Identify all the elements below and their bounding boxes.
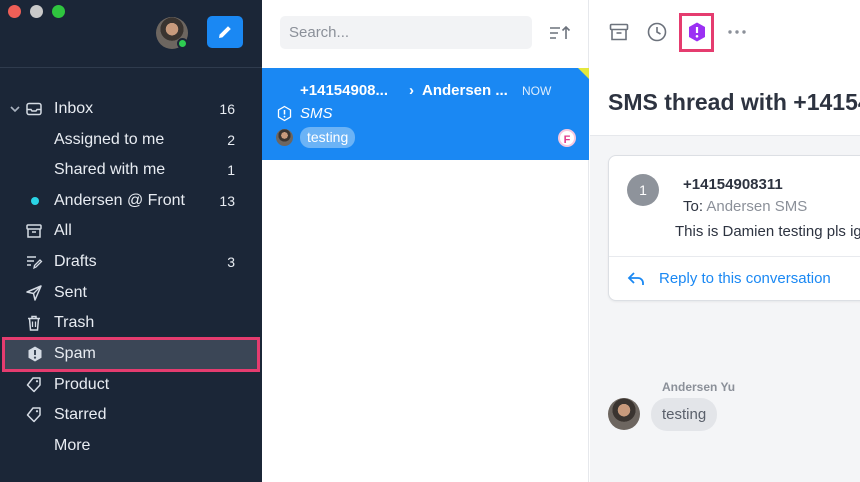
comment-author: Andersen Yu [662,380,736,394]
sidebar-item-label: All [54,222,72,239]
message-card[interactable]: 1 +14154908311 To: Andersen SMS This is … [608,155,860,301]
avatar [276,129,293,146]
pencil-icon [219,26,231,38]
sidebar-item-assigned[interactable]: Assigned to me 2 [0,125,262,155]
sidebar-item-count: 2 [227,132,235,148]
sidebar-item-product[interactable]: Product [0,370,262,400]
search-box[interactable] [280,16,532,49]
send-icon [26,285,42,301]
message-to-label: To: [683,198,704,215]
archive-icon[interactable] [608,21,630,43]
sidebar-item-label: Spam [54,345,96,362]
sidebar-item-drafts[interactable]: Drafts 3 [0,247,262,277]
message-number-avatar: 1 [627,174,659,206]
thread-title: SMS thread with +14154908311 [608,89,860,115]
unread-dot [31,197,39,205]
message-divider [609,256,860,257]
sidebar-item-spam[interactable]: Spam [2,337,260,372]
sidebar-item-sent[interactable]: Sent [0,278,262,308]
sidebar-item-all[interactable]: All [0,216,262,246]
tag-icon [26,377,41,393]
assignee-avatar[interactable]: F [558,129,576,147]
sidebar-item-label: More [54,437,91,454]
online-status-dot [177,38,188,49]
comment-bubble: testing [651,398,718,431]
conversation-list: +14154908... › Andersen ... NOW SMS test… [262,0,589,482]
sidebar: Inbox 16 Assigned to me 2 Shared with me… [0,0,262,482]
sidebar-divider [0,67,262,68]
tag-icon [26,407,41,423]
window-maximize-button[interactable] [52,5,65,18]
sidebar-item-shared[interactable]: Shared with me 1 [0,155,262,185]
sidebar-item-label: Product [54,376,110,393]
sidebar-item-label: Andersen @ Front [54,192,185,209]
more-icon[interactable] [726,21,748,43]
sidebar-item-label: Trash [54,314,95,331]
sidebar-item-count: 1 [227,162,235,178]
sidebar-item-label: Starred [54,406,107,423]
conversation-time: NOW [522,84,552,98]
sort-icon[interactable] [549,23,571,43]
message-to-value: Andersen SMS [706,198,808,215]
message-body: This is Damien testing pls ignore [675,223,860,240]
sidebar-item-trash[interactable]: Trash [0,308,262,338]
conversation-to: Andersen ... [422,82,508,99]
drafts-icon [27,256,43,270]
tag-badge[interactable]: testing [300,127,356,148]
inbox-icon [26,102,42,116]
spam-outline-icon [277,105,292,122]
unread-marker [578,68,589,79]
window-close-button[interactable] [8,5,21,18]
sidebar-item-more[interactable]: More [0,431,262,461]
detail-header: SMS thread with +14154908311 [590,0,860,136]
sidebar-item-count: 3 [227,254,235,270]
sidebar-item-count: 13 [219,193,235,209]
clock-icon[interactable] [646,21,668,43]
spam-icon [28,346,42,362]
reply-label: Reply to this conversation [659,270,831,287]
chevron-down-icon[interactable] [9,103,21,115]
chevron-right-icon: › [409,82,414,99]
message-from: +14154908311 [683,176,783,193]
conversation-subject: SMS [300,105,333,122]
avatar [608,398,640,430]
conversation-from: +14154908... [300,82,389,99]
window-minimize-button[interactable] [30,5,43,18]
trash-icon [28,315,40,331]
message-to: To: Andersen SMS [683,198,807,215]
spam-icon[interactable] [686,21,708,43]
archive-icon [26,224,42,238]
sidebar-item-label: Shared with me [54,161,166,178]
sidebar-item-starred[interactable]: Starred [0,400,262,430]
sidebar-item-label: Assigned to me [54,131,165,148]
sidebar-item-label: Sent [54,284,87,301]
conversation-detail: SMS thread with +14154908311 1 +14154908… [590,0,860,482]
sidebar-item-count: 16 [219,101,235,117]
sidebar-item-label: Inbox [54,100,94,117]
search-input[interactable] [280,16,532,49]
reply-button[interactable]: Reply to this conversation [627,270,831,287]
compose-button[interactable] [207,16,243,48]
sidebar-item-label: Drafts [54,253,97,270]
sidebar-item-inbox[interactable]: Inbox 16 [0,94,262,124]
conversation-item[interactable]: +14154908... › Andersen ... NOW SMS test… [262,68,589,160]
reply-icon [627,271,644,285]
sidebar-item-andersen[interactable]: Andersen @ Front 13 [0,186,262,216]
